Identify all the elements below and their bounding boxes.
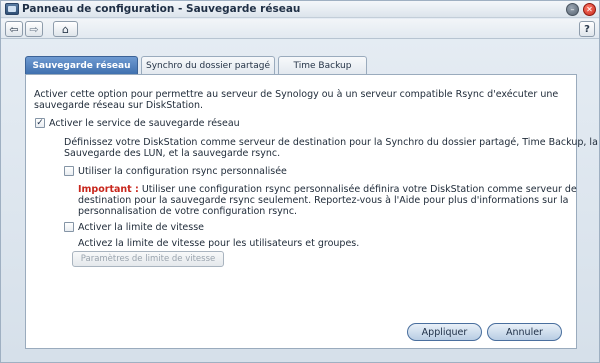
custom-rsync-checkbox[interactable] — [64, 166, 74, 176]
important-label: Important : — [78, 184, 139, 195]
network-backup-desc-line-2: Sauvegarde des LUN, et la sauvegarde rsy… — [64, 148, 281, 159]
tab-network-backup[interactable]: Sauvegarde réseau — [25, 56, 138, 75]
custom-rsync-note-text: Utiliser une configuration rsync personn… — [141, 184, 577, 195]
control-panel-app-icon — [5, 3, 19, 15]
window-title: Panneau de configuration - Sauvegarde ré… — [22, 3, 301, 15]
cancel-button[interactable]: Annuler — [487, 323, 562, 341]
custom-rsync-label[interactable]: Utiliser la configuration rsync personna… — [78, 166, 287, 177]
custom-rsync-note-line-3: personnalisation de votre configuration … — [78, 206, 298, 217]
minimize-icon[interactable]: – — [566, 3, 579, 16]
forward-arrow-icon[interactable]: ⇨ — [25, 21, 43, 37]
intro-text-line-1: Activer cette option pour permettre au s… — [34, 89, 559, 100]
intro-text-line-2: sauvegarde réseau sur DiskStation. — [34, 100, 204, 111]
custom-rsync-note-line-2: destination pour la sauvegarde rsync seu… — [78, 195, 569, 206]
close-icon[interactable]: ✕ — [583, 3, 596, 16]
custom-rsync-note-line-1: Important : Utiliser une configuration r… — [78, 184, 577, 195]
network-backup-desc-line-1: Définissez votre DiskStation comme serve… — [64, 137, 598, 148]
speed-limit-settings-button[interactable]: Paramètres de limite de vitesse — [72, 251, 224, 267]
home-icon[interactable]: ⌂ — [53, 21, 78, 37]
network-backup-label[interactable]: Activer le service de sauvegarde réseau — [49, 118, 240, 129]
main-content: Sauvegarde réseau Synchro du dossier par… — [11, 44, 598, 355]
apply-button[interactable]: Appliquer — [407, 323, 482, 341]
speed-limit-label[interactable]: Activer la limite de vitesse — [78, 222, 204, 233]
back-arrow-icon[interactable]: ⇦ — [5, 21, 23, 37]
tab-time-backup[interactable]: Time Backup — [278, 56, 367, 74]
settings-panel: Activer cette option pour permettre au s… — [25, 74, 598, 349]
toolbar: ⇦ ⇨ ⌂ ? — [1, 19, 599, 39]
help-icon[interactable]: ? — [579, 21, 595, 37]
network-backup-checkbox[interactable]: ✓ — [35, 118, 45, 128]
title-bar[interactable]: Panneau de configuration - Sauvegarde ré… — [1, 1, 599, 18]
control-panel-window: Panneau de configuration - Sauvegarde ré… — [0, 0, 600, 363]
tab-shared-folder-sync[interactable]: Synchro du dossier partagé — [141, 56, 275, 74]
speed-limit-checkbox[interactable] — [64, 222, 74, 232]
speed-limit-desc: Activez la limite de vitesse pour les ut… — [78, 238, 360, 249]
